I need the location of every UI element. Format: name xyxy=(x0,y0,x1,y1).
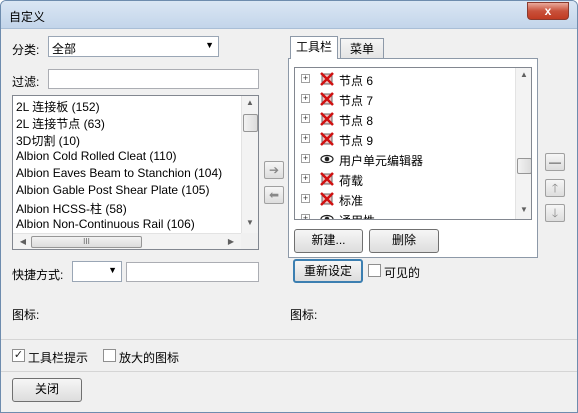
checkmark-icon: ✓ xyxy=(13,349,24,361)
command-list-item[interactable]: Albion Cold Rolled Cleat (110) xyxy=(16,149,177,163)
command-list-item[interactable]: 3D切割 (10) xyxy=(16,132,80,149)
command-list-item[interactable]: Albion Gable Post Shear Plate (105) xyxy=(16,183,209,197)
delete-button[interactable]: 删除 xyxy=(369,229,439,253)
icon-label-right: 图标: xyxy=(290,308,318,322)
eye-icon xyxy=(319,151,335,167)
icon-label-left: 图标: xyxy=(12,308,40,322)
remove-item-button[interactable]: — xyxy=(545,153,565,171)
close-button[interactable]: 关闭 xyxy=(12,378,82,402)
scroll-up-icon[interactable]: ▲ xyxy=(242,98,258,107)
scroll-down-icon[interactable]: ▼ xyxy=(242,218,258,227)
shortcut-modifier-dropdown[interactable]: ▼ xyxy=(72,261,122,282)
move-down-button[interactable]: 🡓 xyxy=(545,204,565,222)
tree-vscroll-thumb[interactable] xyxy=(517,158,531,174)
shortcut-label: 快捷方式: xyxy=(12,268,64,282)
title-bar: 自定义 x xyxy=(1,1,577,29)
divider xyxy=(1,339,577,340)
tree-node-label: 节点 9 xyxy=(339,134,374,148)
command-list-item[interactable]: Albion HCSS-柱 (58) xyxy=(16,200,127,217)
expand-icon[interactable]: + xyxy=(301,154,310,163)
toolbar-tree[interactable]: + 节点 6 + 节点 7 + 节点 8 + 节点 9 + 用户单元编辑器 + 荷载 + 标准 + 通用性 ▲… xyxy=(294,67,532,220)
tree-node-label: 荷载 xyxy=(339,174,364,188)
add-to-toolbar-button[interactable]: ➔ xyxy=(264,161,284,179)
large-icons-label: 放大的图标 xyxy=(119,351,180,365)
tab-menu[interactable]: 菜单 xyxy=(340,38,384,59)
large-icons-checkbox[interactable] xyxy=(103,349,116,362)
expand-icon[interactable]: + xyxy=(301,174,310,183)
filter-input[interactable] xyxy=(48,69,259,89)
scroll-corner xyxy=(241,233,258,249)
minus-icon: — xyxy=(549,155,561,169)
tree-node-label: 标准 xyxy=(339,194,364,208)
move-up-button[interactable]: 🡑 xyxy=(545,179,565,197)
scroll-up-icon[interactable]: ▲ xyxy=(516,70,531,79)
tab-toolbar-label: 工具栏 xyxy=(295,40,332,54)
toolbar-tips-checkbox[interactable]: ✓ xyxy=(12,349,25,362)
tree-node-label: 用户单元编辑器 xyxy=(339,154,424,168)
scroll-right-icon[interactable]: ▶ xyxy=(223,237,239,246)
expand-icon[interactable]: + xyxy=(301,134,310,143)
arrow-right-icon: ➔ xyxy=(268,163,280,177)
category-dropdown[interactable]: 全部 ▼ xyxy=(48,36,219,57)
expand-icon[interactable]: + xyxy=(301,214,310,219)
x-icon xyxy=(319,111,335,127)
command-list-item[interactable]: 2L 连接板 (152) xyxy=(16,98,100,115)
x-icon xyxy=(319,71,335,87)
window-title: 自定义 xyxy=(9,10,46,24)
visible-label: 可见的 xyxy=(384,266,421,280)
x-icon xyxy=(319,131,335,147)
vscroll-thumb[interactable] xyxy=(243,114,258,132)
visible-checkbox[interactable] xyxy=(368,264,381,277)
expand-icon[interactable]: + xyxy=(301,114,310,123)
remove-from-toolbar-button[interactable]: ⬅ xyxy=(264,186,284,204)
shortcut-key-input[interactable] xyxy=(126,262,259,282)
tree-node-label: 节点 8 xyxy=(339,114,374,128)
tree-node-label: 节点 6 xyxy=(339,74,374,88)
tab-toolbar[interactable]: 工具栏 xyxy=(290,36,338,59)
x-icon xyxy=(319,91,335,107)
filter-label: 过滤: xyxy=(12,75,40,89)
hscroll-thumb[interactable]: III xyxy=(31,236,142,248)
tab-menu-label: 菜单 xyxy=(349,42,374,56)
tree-node-label: 节点 7 xyxy=(339,94,374,108)
x-icon xyxy=(319,191,335,207)
divider xyxy=(1,371,577,372)
expand-icon[interactable]: + xyxy=(301,194,310,203)
category-value: 全部 xyxy=(52,42,77,56)
command-list-item[interactable]: Albion Non-Continuous Rail (106) xyxy=(16,217,195,231)
expand-icon[interactable]: + xyxy=(301,94,310,103)
tree-node-label: 通用性 xyxy=(339,212,375,219)
command-list[interactable]: 2L 连接板 (152) 2L 连接节点 (63) 3D切割 (10) Albion … xyxy=(12,95,259,250)
command-list-vscroll[interactable]: ▲ ▼ xyxy=(241,96,258,233)
command-list-hscroll[interactable]: ◀ III ▶ xyxy=(13,233,241,249)
rename-button[interactable]: 重新设定 xyxy=(293,259,363,283)
scroll-down-icon[interactable]: ▼ xyxy=(516,205,531,214)
category-label: 分类: xyxy=(12,43,40,57)
chevron-down-icon: ▼ xyxy=(108,265,117,275)
arrow-up-icon: 🡑 xyxy=(551,181,559,195)
x-icon xyxy=(319,171,335,187)
toolbar-tab-panel: + 节点 6 + 节点 7 + 节点 8 + 节点 9 + 用户单元编辑器 + 荷载 + 标准 + 通用性 ▲… xyxy=(288,58,538,258)
window-close-button[interactable]: x xyxy=(527,2,569,20)
eye-icon xyxy=(319,211,335,219)
command-list-item[interactable]: 2L 连接节点 (63) xyxy=(16,115,105,132)
toolbar-tips-label: 工具栏提示 xyxy=(28,351,89,365)
scroll-left-icon[interactable]: ◀ xyxy=(15,237,31,246)
command-list-item[interactable]: Albion Eaves Beam to Stanchion (104) xyxy=(16,166,222,180)
new-button[interactable]: 新建... xyxy=(294,229,363,253)
arrow-down-icon: 🡓 xyxy=(551,206,559,220)
chevron-down-icon: ▼ xyxy=(205,40,214,50)
arrow-left-icon: ⬅ xyxy=(268,188,280,202)
expand-icon[interactable]: + xyxy=(301,74,310,83)
customize-dialog: 自定义 x 分类: 全部 ▼ 过滤: 2L 连接板 (152) 2L 连接节点 (… xyxy=(0,0,578,413)
toolbar-tree-vscroll[interactable]: ▲ ▼ xyxy=(515,68,531,219)
